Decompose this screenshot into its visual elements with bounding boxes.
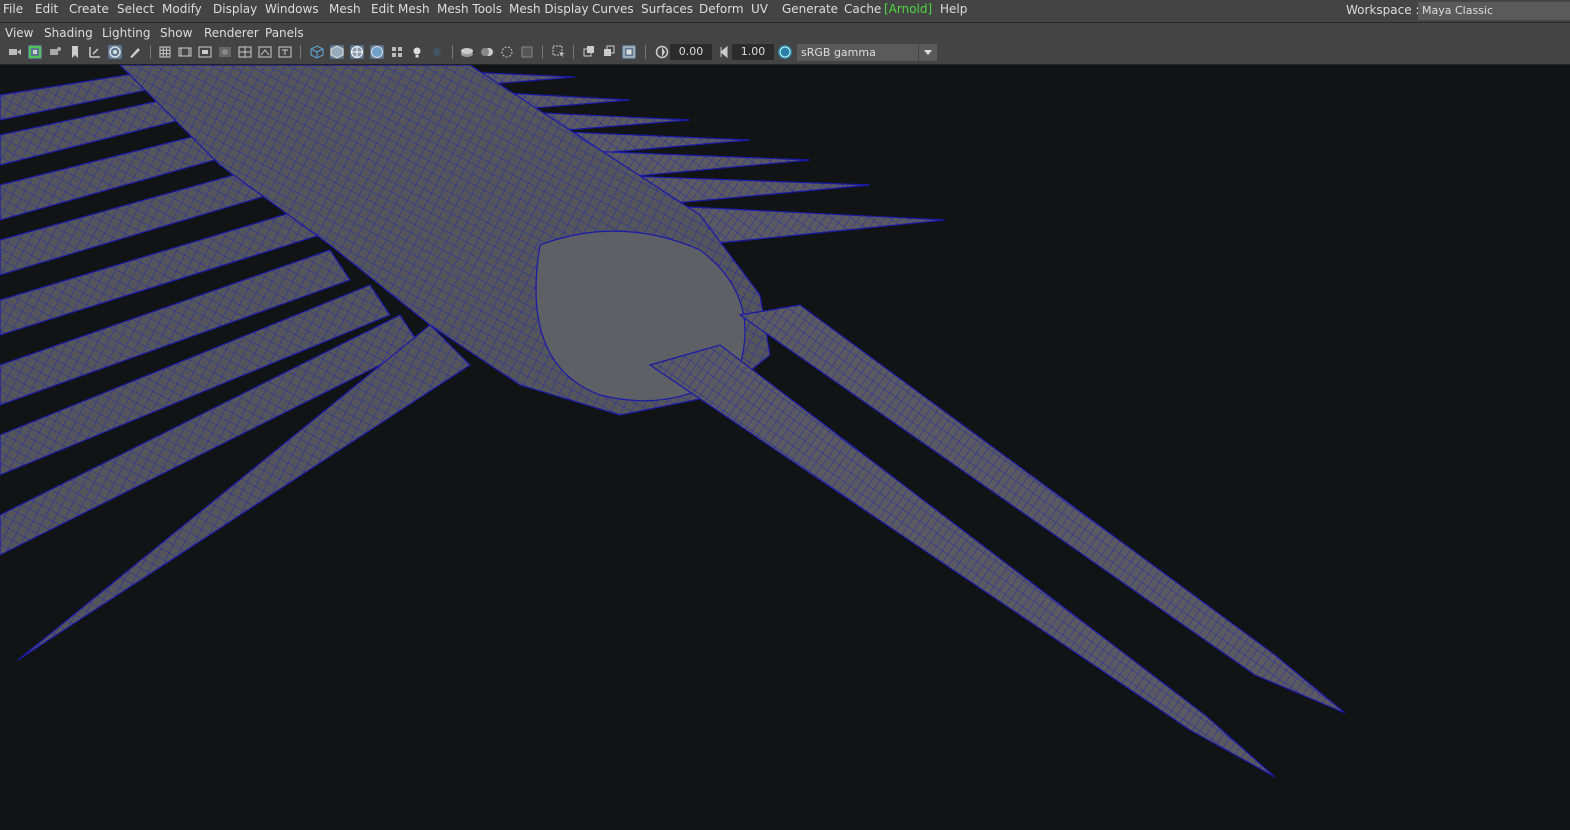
panel-menu-panels[interactable]: Panels xyxy=(265,25,304,41)
main-menubar: File Edit Create Select Modify Display W… xyxy=(0,0,1570,23)
menu-create[interactable]: Create xyxy=(69,0,109,22)
menu-curves[interactable]: Curves xyxy=(592,0,634,22)
xray-joints-icon[interactable] xyxy=(582,45,596,59)
menu-mesh[interactable]: Mesh xyxy=(329,0,361,22)
default-material-icon[interactable] xyxy=(370,45,384,59)
field-chart-icon[interactable] xyxy=(238,45,252,59)
xray-active-icon[interactable] xyxy=(602,45,616,59)
film-gate-icon[interactable] xyxy=(178,45,192,59)
mesh-render xyxy=(0,65,1346,778)
panel-menu-show[interactable]: Show xyxy=(160,25,192,41)
multisample-aa-icon[interactable] xyxy=(500,45,514,59)
smooth-shade-icon[interactable] xyxy=(330,45,344,59)
menu-surfaces[interactable]: Surfaces xyxy=(641,0,693,22)
gate-mask-icon[interactable] xyxy=(218,45,232,59)
safe-title-icon[interactable] xyxy=(278,45,292,59)
isolate-select-icon[interactable] xyxy=(552,45,566,59)
grid-icon[interactable] xyxy=(158,45,172,59)
color-space-value: sRGB gamma xyxy=(801,46,876,59)
exposure-field[interactable]: 0.00 xyxy=(670,44,712,60)
menu-windows[interactable]: Windows xyxy=(265,0,319,22)
wireframe-on-shaded-icon[interactable] xyxy=(350,45,364,59)
toolbar-separator xyxy=(452,45,453,59)
menu-modify[interactable]: Modify xyxy=(162,0,202,22)
menu-mesh-tools[interactable]: Mesh Tools xyxy=(437,0,502,22)
creature-mesh xyxy=(0,65,1346,778)
panel-menu-view[interactable]: View xyxy=(5,25,33,41)
exposure-icon[interactable] xyxy=(655,45,669,59)
panel-menu-lighting[interactable]: Lighting xyxy=(102,25,151,41)
3d-viewport[interactable] xyxy=(0,65,1570,830)
panel-toolbar: View Shading Lighting Show Renderer Pane… xyxy=(0,23,1570,65)
menu-uv[interactable]: UV xyxy=(751,0,768,22)
wireframe-icon[interactable] xyxy=(310,45,324,59)
menu-edit[interactable]: Edit xyxy=(35,0,58,22)
toolbar-separator xyxy=(645,45,646,59)
toolbar-separator xyxy=(300,45,301,59)
gamma-field[interactable]: 1.00 xyxy=(732,44,774,60)
screen-space-ao-icon[interactable] xyxy=(460,45,474,59)
menu-deform[interactable]: Deform xyxy=(699,0,744,22)
menu-arnold[interactable]: [Arnold] xyxy=(884,0,932,22)
motion-blur-icon[interactable] xyxy=(480,45,494,59)
isolate-pen-icon[interactable] xyxy=(128,45,142,59)
toolbar-separator xyxy=(573,45,574,59)
image-plane-icon[interactable] xyxy=(68,45,82,59)
panel-menu-renderer[interactable]: Renderer xyxy=(204,25,259,41)
backface-culling-icon[interactable] xyxy=(622,45,636,59)
shadows-icon[interactable] xyxy=(430,45,444,59)
menu-generate[interactable]: Generate xyxy=(782,0,838,22)
color-management-icon[interactable] xyxy=(778,45,792,59)
color-space-dropdown[interactable]: sRGB gamma xyxy=(797,44,937,61)
safe-action-icon[interactable] xyxy=(258,45,272,59)
2d-pan-zoom-icon[interactable] xyxy=(88,45,102,59)
workspace-dropdown[interactable]: Maya Classic xyxy=(1418,2,1570,20)
chevron-down-icon[interactable] xyxy=(918,44,937,61)
menu-file[interactable]: File xyxy=(3,0,23,22)
resolution-gate-icon[interactable] xyxy=(198,45,212,59)
use-all-lights-icon[interactable] xyxy=(410,45,424,59)
bookmark-icon[interactable] xyxy=(48,45,62,59)
gamma-icon[interactable] xyxy=(717,45,731,59)
menu-mesh-display[interactable]: Mesh Display xyxy=(509,0,589,22)
workspace-label: Workspace : xyxy=(1346,3,1420,17)
camera-attributes-icon[interactable] xyxy=(28,45,42,59)
menu-display[interactable]: Display xyxy=(213,0,257,22)
toolbar-separator xyxy=(150,45,151,59)
toolbar-separator xyxy=(542,45,543,59)
depth-of-field-icon[interactable] xyxy=(520,45,534,59)
menu-edit-mesh[interactable]: Edit Mesh xyxy=(371,0,430,22)
grease-pencil-icon[interactable] xyxy=(108,45,122,59)
panel-menu-shading[interactable]: Shading xyxy=(44,25,93,41)
xray-icon[interactable] xyxy=(390,45,404,59)
menu-select[interactable]: Select xyxy=(117,0,154,22)
menu-help[interactable]: Help xyxy=(940,0,967,22)
menu-cache[interactable]: Cache xyxy=(844,0,881,22)
select-camera-icon[interactable] xyxy=(8,45,22,59)
